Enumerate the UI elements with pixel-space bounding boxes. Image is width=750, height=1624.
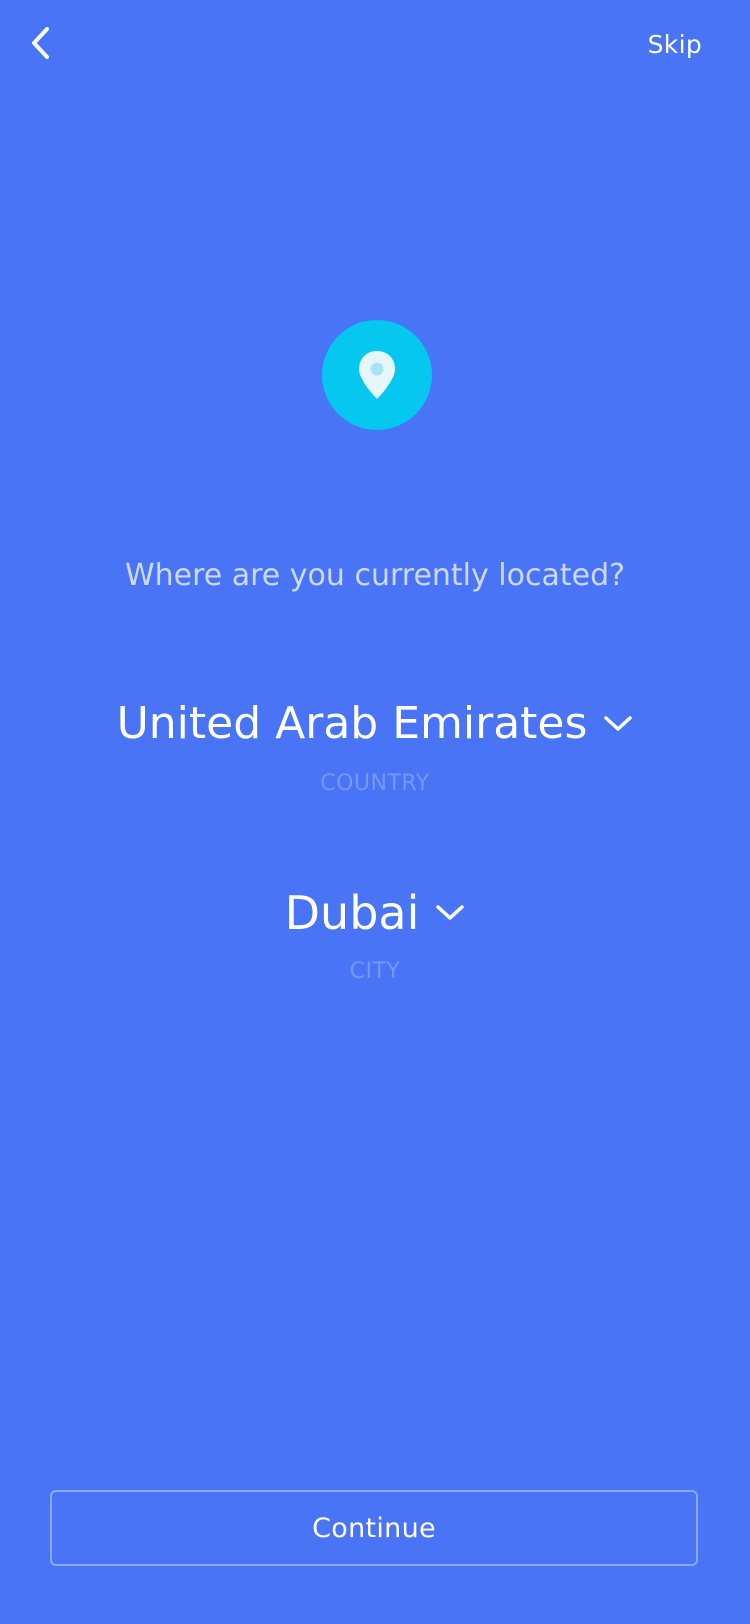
country-caption: COUNTRY — [320, 771, 430, 796]
location-question: Where are you currently located? — [124, 558, 626, 593]
city-caption: CITY — [349, 959, 401, 984]
location-pin-icon — [359, 351, 395, 399]
location-badge — [322, 320, 432, 430]
top-bar: Skip — [0, 0, 750, 100]
continue-button[interactable]: Continue — [50, 1490, 698, 1566]
skip-button[interactable]: Skip — [648, 30, 702, 59]
back-button[interactable] — [20, 20, 60, 66]
chevron-down-icon — [435, 904, 465, 922]
chevron-left-icon — [32, 27, 49, 59]
city-value: Dubai — [284, 886, 420, 940]
city-selector[interactable]: Dubai — [0, 886, 750, 940]
chevron-down-icon — [603, 715, 633, 733]
country-selector[interactable]: United Arab Emirates — [0, 698, 750, 749]
country-value: United Arab Emirates — [116, 698, 588, 749]
